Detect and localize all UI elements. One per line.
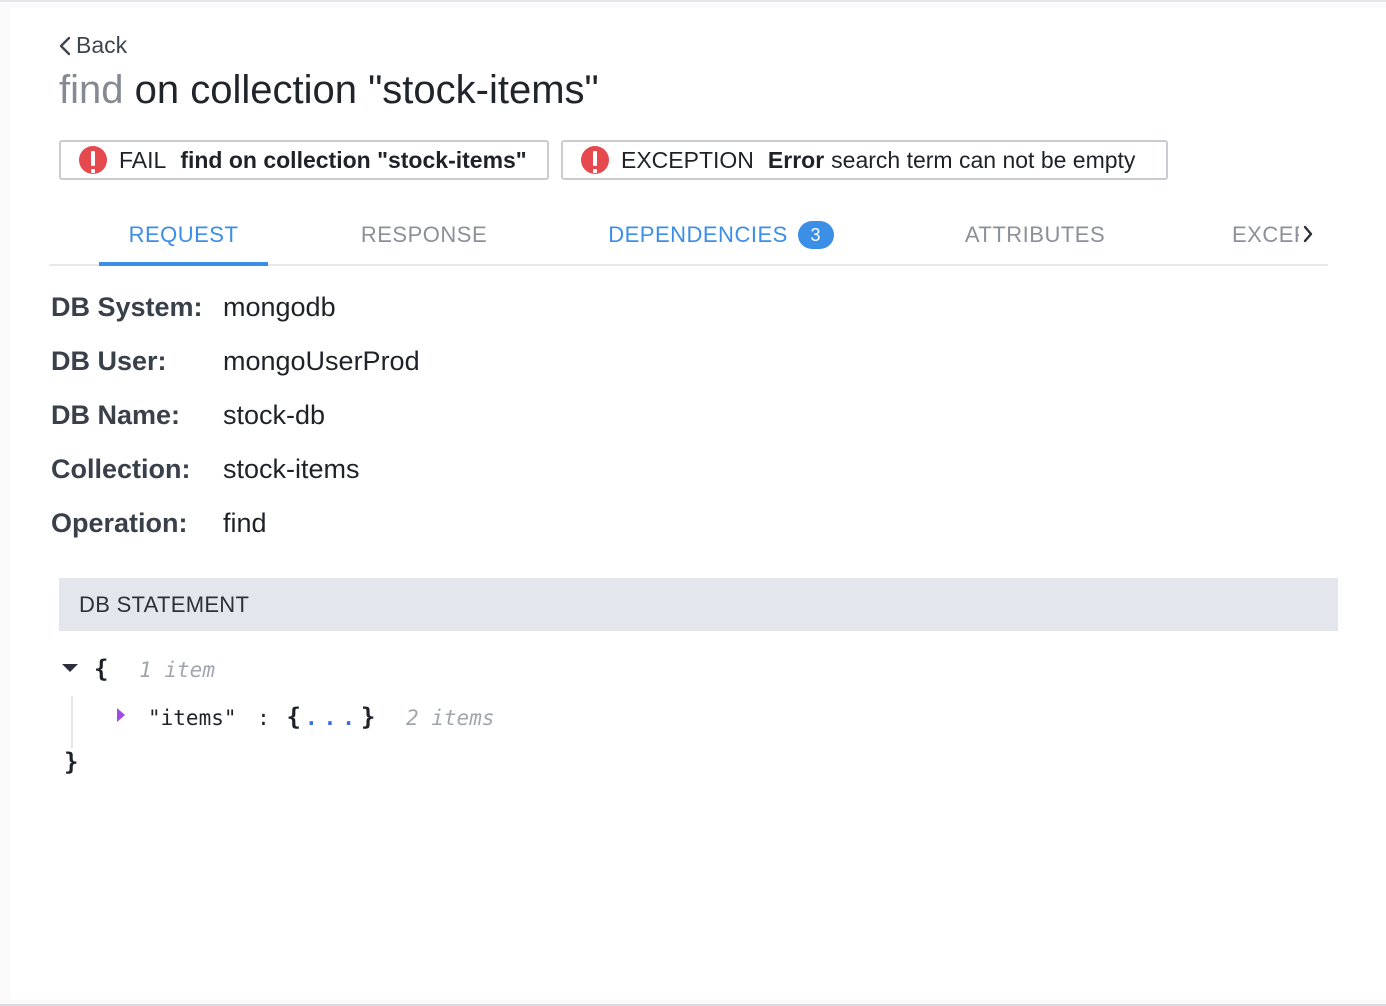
back-label: Back — [76, 32, 128, 58]
json-child-count: 2 items — [405, 706, 495, 730]
json-root-open: { 1 item — [94, 655, 215, 683]
json-open-brace: { — [94, 655, 109, 683]
tab-label: RESPONSE — [360, 222, 488, 247]
tab-bar: REQUEST RESPONSE DEPENDENCIES 3 ATTRIBUT… — [49, 206, 1328, 266]
json-close-brace: } — [64, 748, 79, 776]
fail-status-badge[interactable]: FAIL find on collection "stock-items" — [59, 140, 549, 180]
json-items-row[interactable]: "items" : {...} 2 items — [148, 703, 495, 731]
field-collection: Collection: stock-items — [51, 442, 420, 496]
json-indent-guide — [71, 696, 73, 748]
field-key: Operation: — [51, 507, 188, 538]
tab-label: DEPENDENCIES — [608, 222, 788, 247]
tab-exceptions[interactable]: EXCEPTIONS — [1232, 206, 1299, 264]
tab-label: ATTRIBUTES — [964, 222, 1106, 247]
tab-dependencies[interactable]: DEPENDENCIES 3 — [601, 206, 841, 264]
dependencies-count-badge: 3 — [797, 221, 834, 249]
field-db-name: DB Name: stock-db — [51, 388, 420, 442]
field-value: mongodb — [223, 291, 336, 322]
alert-icon — [581, 146, 609, 174]
json-child-close: } — [360, 703, 376, 731]
active-tab-indicator — [99, 262, 268, 266]
field-key: DB Name: — [51, 399, 181, 430]
expand-items-caret-icon[interactable] — [117, 708, 125, 722]
field-value: find — [223, 507, 267, 538]
page-title: find on collection "stock-items" — [59, 68, 599, 113]
title-rest: on collection "stock-items" — [134, 68, 599, 112]
tab-label: EXCEPTIONS — [1232, 222, 1299, 247]
json-sep: : — [257, 706, 270, 730]
back-link[interactable]: Back — [58, 32, 127, 59]
db-statement-heading: DB STATEMENT — [59, 578, 1338, 631]
field-operation: Operation: find — [51, 496, 420, 550]
badge-error-label: Error — [767, 146, 825, 173]
json-root-close: } — [64, 748, 78, 776]
chevron-left-icon — [59, 36, 71, 55]
alert-icon — [79, 146, 107, 174]
tab-response[interactable]: RESPONSE — [339, 206, 509, 264]
field-db-system: DB System: mongodb — [51, 280, 420, 334]
badge-text: search term can not be empty — [831, 146, 1136, 173]
tab-label: REQUEST — [128, 222, 239, 247]
field-key: DB User: — [51, 345, 167, 376]
tabs-scroll-right-button[interactable] — [1296, 222, 1320, 246]
tab-request[interactable]: REQUEST — [99, 206, 268, 264]
request-fields: DB System: mongodb DB User: mongoUserPro… — [51, 280, 420, 550]
section-title: DB STATEMENT — [79, 591, 250, 617]
field-key: DB System: — [51, 291, 203, 322]
badge-status: EXCEPTION — [621, 146, 754, 173]
badge-status: FAIL — [119, 146, 167, 173]
title-operation: find — [59, 68, 124, 112]
field-db-user: DB User: mongoUserProd — [51, 334, 420, 388]
tab-attributes[interactable]: ATTRIBUTES — [949, 206, 1121, 264]
field-value: stock-items — [223, 453, 360, 484]
json-child-open: { — [286, 703, 301, 731]
badge-text: find on collection "stock-items" — [180, 146, 527, 173]
field-key: Collection: — [51, 453, 191, 484]
field-value: stock-db — [223, 399, 326, 430]
json-key: "items" — [148, 706, 237, 730]
json-root-count: 1 item — [139, 658, 215, 682]
exception-badge[interactable]: EXCEPTION Error search term can not be e… — [561, 140, 1168, 180]
field-value: mongoUserProd — [223, 345, 420, 376]
chevron-right-icon — [1303, 225, 1313, 243]
json-collapsed-dots: ... — [304, 706, 361, 730]
collapse-root-caret-icon[interactable] — [62, 664, 78, 672]
